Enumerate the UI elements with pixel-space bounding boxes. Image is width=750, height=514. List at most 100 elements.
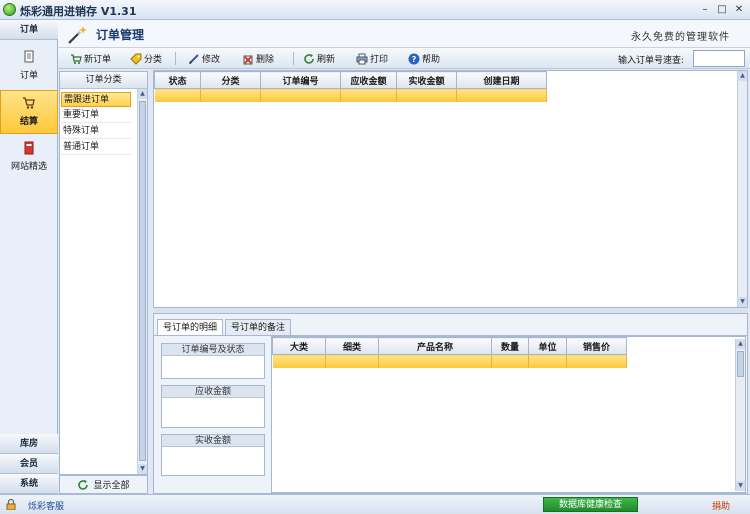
tab-order-notes[interactable]: 号订单的备注 [225,319,292,336]
quick-search-input[interactable] [693,50,745,67]
refresh-button[interactable]: 刷新 [303,51,335,66]
print-label: 打印 [370,55,389,65]
scroll-up-arrow[interactable]: ▲ [736,339,745,349]
magic-wand-icon [68,26,87,44]
close-button[interactable]: ✕ [732,4,746,16]
edit-label: 修改 [202,55,221,65]
category-panel: 订单分类 需跟进订单 重要订单 特殊订单 普通订单 ▲ ▼ [59,71,148,475]
help-button[interactable]: ? 帮助 [408,51,440,66]
page-header: 订单管理 永久免费的管理软件 [58,20,750,48]
customer-support-link[interactable]: 烁彩客服 [28,499,64,512]
column-header[interactable]: 大类 [272,337,326,355]
scroll-thumb[interactable] [737,351,744,377]
refresh-label: 刷新 [317,55,336,65]
tab-order-details[interactable]: 号订单的明细 [157,319,224,336]
scroll-up-arrow[interactable]: ▲ [738,71,747,81]
items-scrollbar[interactable]: ▲ ▼ [735,339,745,491]
svg-text:?: ? [412,55,417,64]
order-number-status-box: 订单编号及状态 [161,343,265,379]
show-all-label: 显示全部 [93,481,130,491]
status-bar: 烁彩客服 数据库健康检查 捐助 [0,494,750,514]
nav-tab-warehouse[interactable]: 库房 [0,434,58,454]
column-header[interactable]: 细类 [325,337,379,355]
tag-icon [130,53,142,65]
edit-button[interactable]: 修改 [188,51,220,66]
column-header[interactable]: 销售价 [566,337,627,355]
column-header[interactable]: 分类 [200,71,261,89]
scroll-down-arrow[interactable]: ▼ [138,464,147,474]
document-icon [24,50,34,63]
title-bar: 烁彩通用进销存 V1.31 – □ ✕ [0,0,750,20]
minimize-button[interactable]: – [698,4,712,16]
print-button[interactable]: 打印 [356,51,388,66]
maximize-button[interactable]: □ [715,4,729,16]
delete-icon [243,55,253,64]
help-label: 帮助 [422,55,441,65]
cart-icon [23,97,35,109]
help-icon: ? [408,53,420,64]
category-header: 订单分类 [60,72,147,89]
show-all-button[interactable]: 显示全部 [59,475,148,494]
edit-icon [189,53,199,64]
nav-tab-system[interactable]: 系统 [0,474,58,494]
delete-label: 删除 [256,55,275,65]
orders-scrollbar[interactable]: ▲ ▼ [737,71,747,307]
refresh-icon [78,479,89,490]
new-order-label: 新订单 [84,55,112,65]
category-item-follow-up[interactable]: 需跟进订单 [61,92,131,107]
column-header[interactable]: 应收金额 [340,71,397,89]
table-cell [528,354,567,368]
orders-grid: 状态 分类 订单编号 应收金额 实收金额 创建日期 [154,71,547,102]
scroll-down-arrow[interactable]: ▼ [738,297,747,307]
column-header[interactable]: 订单编号 [260,71,341,89]
column-header[interactable]: 实收金额 [396,71,457,89]
toolbar-divider [293,52,294,65]
scroll-down-arrow[interactable]: ▼ [736,481,745,491]
scroll-up-arrow[interactable]: ▲ [138,89,147,99]
column-header[interactable]: 单位 [528,337,567,355]
nav-item-orders[interactable]: 订单 [0,45,58,89]
lock-icon [6,499,16,510]
category-button[interactable]: 分类 [130,51,162,66]
category-item-special[interactable]: 特殊订单 [61,124,131,139]
database-health-check-button[interactable]: 数据库健康检查 [543,497,638,512]
toolbar-divider [175,52,176,65]
order-items-table: 大类 细类 产品名称 数量 单位 销售价 ▲ ▼ [271,336,746,493]
field-label: 订单编号及状态 [162,344,264,356]
table-cell [340,88,397,102]
column-header[interactable]: 数量 [491,337,529,355]
nav-tab-members[interactable]: 会员 [0,454,58,474]
nav-item-site-picks[interactable]: 网站精选 [0,136,58,180]
received-amount-box: 实收金额 [161,434,265,476]
column-header[interactable]: 产品名称 [378,337,492,355]
column-header[interactable]: 创建日期 [456,71,547,89]
refresh-icon [304,53,314,64]
table-cell [396,88,457,102]
table-cell [325,354,379,368]
category-label: 分类 [144,55,163,65]
new-order-button[interactable]: 新订单 [70,51,111,66]
items-grid: 大类 细类 产品名称 数量 单位 销售价 [272,337,627,368]
table-cell [378,354,492,368]
window-title: 烁彩通用进销存 V1.31 [20,5,137,18]
table-row-selected[interactable] [272,354,627,368]
table-cell [456,88,547,102]
delete-button[interactable]: 删除 [242,51,274,66]
nav-tab-orders[interactable]: 订单 [0,20,58,40]
category-item-important[interactable]: 重要订单 [61,108,131,123]
category-item-normal[interactable]: 普通订单 [61,140,131,155]
page-title: 订单管理 [96,28,145,42]
book-icon [24,141,34,155]
toolbar: 新订单 分类 修改 删除 刷新 打印 ? 帮助 输入订单号速查: [58,48,750,69]
table-row-selected[interactable] [154,88,547,102]
nav-item-label: 结算 [19,117,38,127]
table-cell [200,88,261,102]
table-cell [154,88,201,102]
nav-item-settlement[interactable]: 结算 [0,90,58,134]
receivable-amount-box: 应收金额 [161,385,265,428]
donate-link[interactable]: 捐助 [712,499,730,512]
left-navigation: 订单 订单 结算 网站精选 库房 会员 系统 [0,20,58,494]
category-scrollbar[interactable]: ▲ ▼ [137,89,147,474]
scroll-thumb[interactable] [139,101,146,461]
column-header[interactable]: 状态 [154,71,201,89]
